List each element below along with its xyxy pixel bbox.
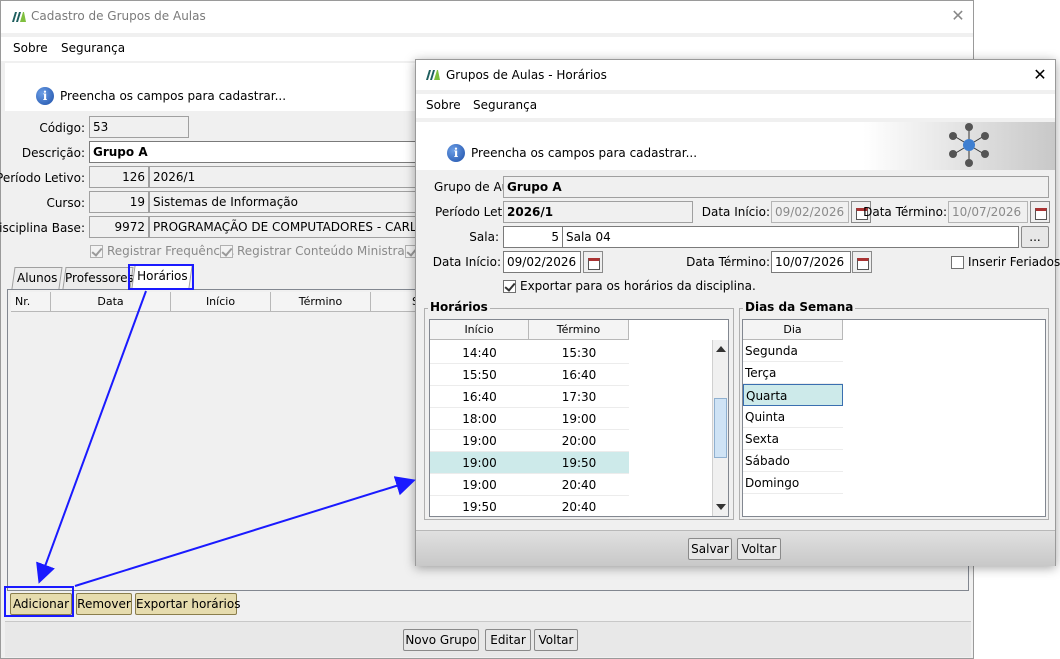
annotation-arrows (36, 290, 416, 587)
arrow-tab-to-adicionar (36, 290, 147, 584)
arrow-adicionar-to-dialog (74, 476, 416, 587)
